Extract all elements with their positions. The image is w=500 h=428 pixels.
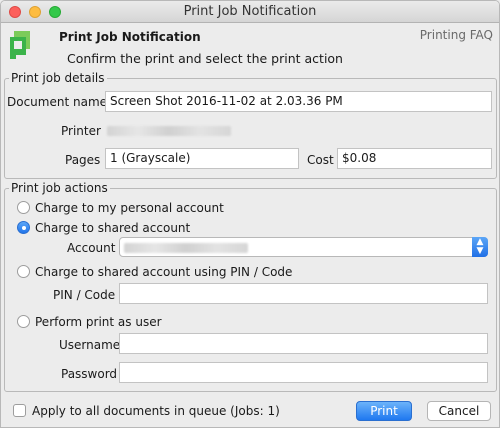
apply-all-label[interactable]: Apply to all documents in queue (Jobs: 1… xyxy=(32,404,280,418)
cancel-button[interactable]: Cancel xyxy=(427,401,491,421)
print-job-details-legend: Print job details xyxy=(11,71,105,85)
shared-account-pin-option-label[interactable]: Charge to shared account using PIN / Cod… xyxy=(35,265,292,279)
shared-account-option-label[interactable]: Charge to shared account xyxy=(35,221,190,235)
pin-code-input[interactable] xyxy=(119,283,488,304)
password-label: Password xyxy=(61,367,118,381)
print-as-user-option-label[interactable]: Perform print as user xyxy=(35,315,162,329)
personal-account-option-label[interactable]: Charge to my personal account xyxy=(35,201,224,215)
window-title: Print Job Notification xyxy=(183,4,317,19)
header: Print Job Notification Confirm the print… xyxy=(1,23,499,71)
select-chevron-icon: ▲ ▼ xyxy=(472,237,488,257)
radio-shared-account-pin[interactable] xyxy=(17,265,30,278)
document-name-field: Screen Shot 2016-11-02 at 2.03.36 PM xyxy=(105,91,492,112)
radio-print-as-user[interactable] xyxy=(17,315,30,328)
print-button[interactable]: Print xyxy=(356,401,412,421)
printing-faq-link[interactable]: Printing FAQ xyxy=(420,28,493,42)
radio-shared-account[interactable] xyxy=(17,221,30,234)
pin-code-label: PIN / Code xyxy=(53,288,116,302)
print-job-window: Print Job Notification Print Job Notific… xyxy=(0,0,500,428)
cost-label: Cost xyxy=(307,153,334,167)
print-job-actions-legend: Print job actions xyxy=(11,181,108,195)
cost-field: $0.08 xyxy=(337,148,492,169)
account-label: Account xyxy=(67,241,116,255)
account-select[interactable]: ▲ ▼ xyxy=(119,237,488,257)
account-value-redacted xyxy=(124,243,248,253)
document-name-label: Document name xyxy=(7,95,108,109)
pages-label: Pages xyxy=(65,153,101,167)
printer-value-redacted xyxy=(107,126,231,136)
pages-field: 1 (Grayscale) xyxy=(105,148,299,169)
radio-personal-account[interactable] xyxy=(17,201,30,214)
apply-all-checkbox[interactable] xyxy=(13,404,26,417)
papercut-logo-icon xyxy=(10,31,30,59)
header-subtitle: Confirm the print and select the print a… xyxy=(67,51,343,66)
header-title: Print Job Notification xyxy=(59,30,201,44)
printer-label: Printer xyxy=(61,124,101,138)
username-input[interactable] xyxy=(119,333,488,354)
title-bar: Print Job Notification xyxy=(1,1,499,23)
username-label: Username xyxy=(59,338,121,352)
password-input[interactable] xyxy=(119,362,488,383)
